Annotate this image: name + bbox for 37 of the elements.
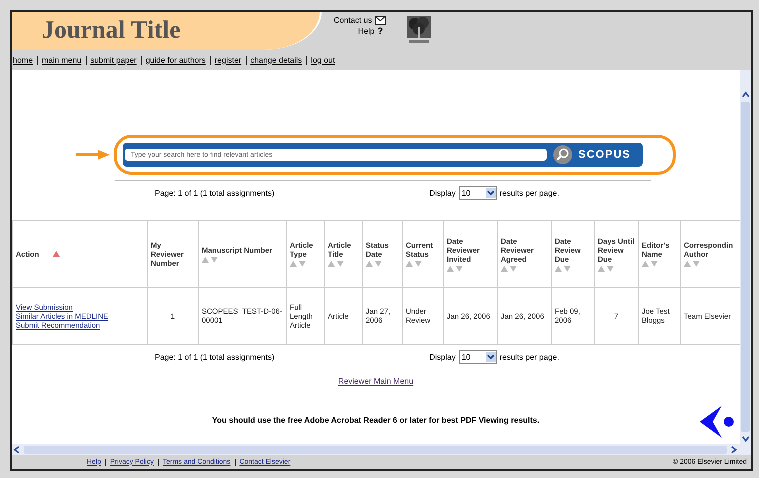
nav-link[interactable]: guide for authors [146, 56, 206, 64]
main-menu-link[interactable]: Reviewer Main Menu [338, 377, 414, 386]
nav-link[interactable]: submit paper [90, 56, 137, 64]
vertical-scrollbar[interactable] [740, 70, 751, 444]
nav-link[interactable]: register [214, 56, 242, 64]
scopus-logo: SCOPUS [578, 149, 632, 161]
nav-link[interactable]: main menu [42, 56, 82, 64]
scroll-thumb[interactable] [741, 102, 750, 432]
mail-icon [375, 16, 386, 25]
page-count: Page: 1 of 1 (1 total assignments) [155, 188, 275, 198]
search-icon[interactable] [552, 145, 573, 165]
pdf-notice: You should use the free Adobe Acrobat Reader 6 or later for best PDF Viewing results. [211, 416, 541, 425]
nav-link[interactable]: change details [250, 56, 302, 64]
help-link[interactable]: Help [358, 26, 375, 36]
results-label: results per page. [500, 188, 560, 198]
scroll-down-icon[interactable] [740, 434, 750, 444]
horizontal-scrollbar[interactable] [12, 444, 751, 455]
per-page-select[interactable]: 10 [458, 186, 497, 200]
dropdown-icon [486, 352, 496, 362]
display-label: Display [430, 352, 456, 362]
scroll-thumb[interactable] [24, 446, 727, 454]
scroll-left-icon[interactable] [12, 444, 22, 454]
dropdown-icon [486, 188, 496, 198]
page-count: Page: 1 of 1 (1 total assignments) [155, 352, 275, 362]
nav-link[interactable]: home [13, 56, 34, 64]
nav-link[interactable]: log out [311, 56, 336, 64]
tree-logo-icon [406, 15, 432, 45]
scroll-up-icon[interactable] [740, 90, 750, 100]
arrow-icon [76, 150, 110, 160]
per-page-select[interactable]: 10 [458, 350, 497, 364]
help-mark: ? [378, 26, 384, 36]
arrowhead-dot-icon [700, 406, 734, 438]
scroll-right-icon[interactable] [729, 444, 739, 454]
display-label: Display [430, 188, 456, 198]
journal-title: Journal Title [42, 17, 181, 45]
results-label: results per page. [500, 352, 560, 362]
contact-link[interactable]: Contact us [334, 16, 372, 25]
